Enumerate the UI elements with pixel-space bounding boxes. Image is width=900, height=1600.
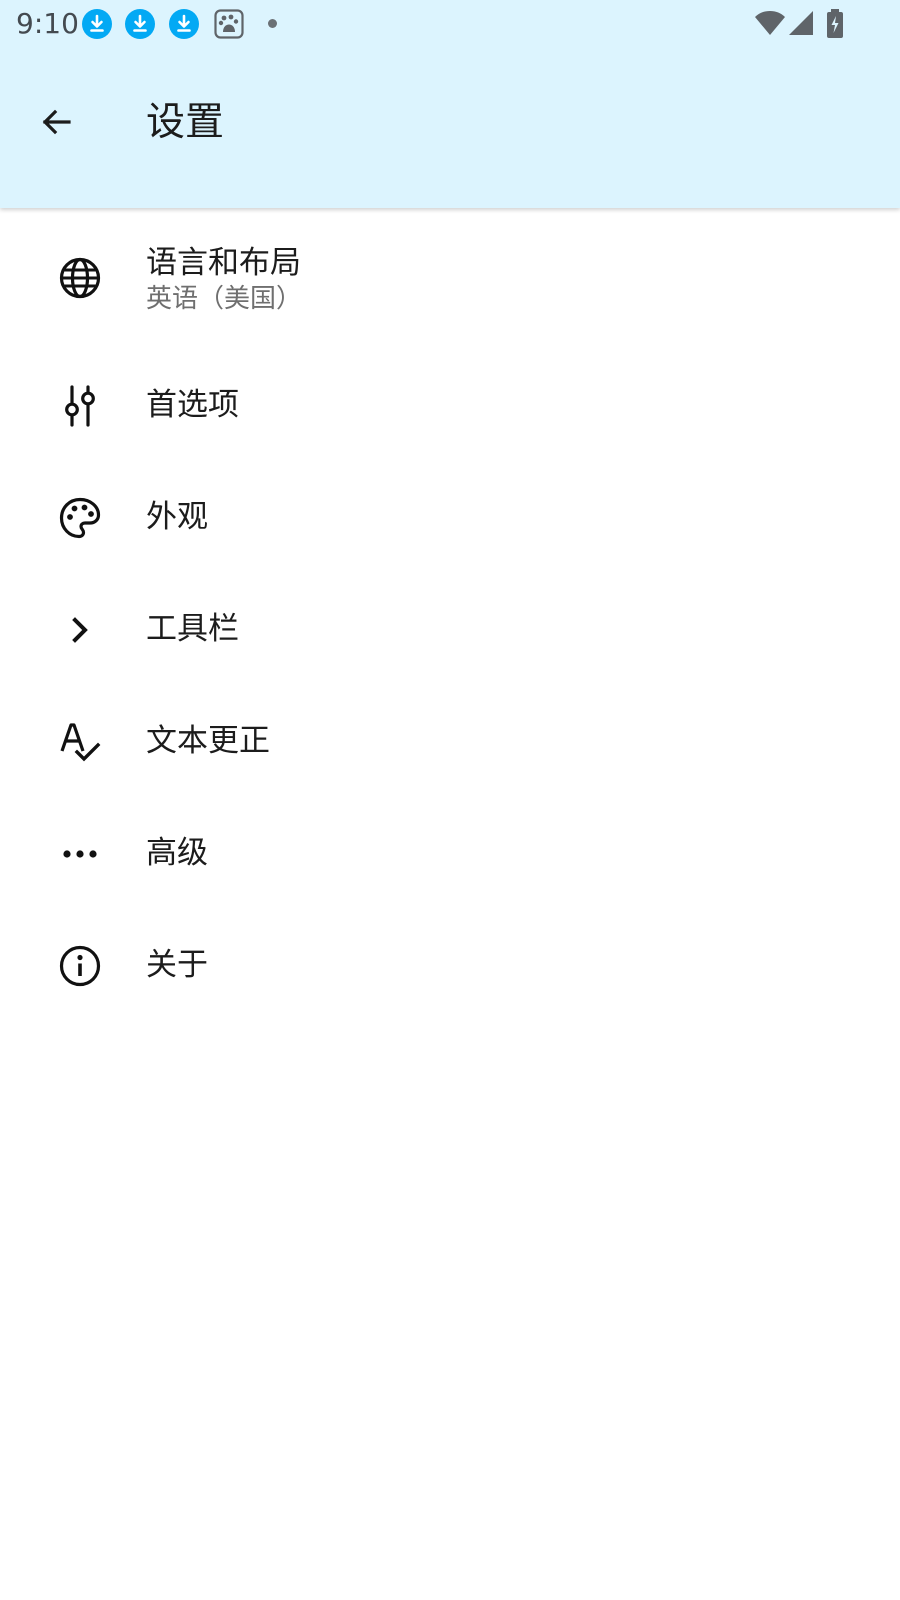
settings-item-title: 关于 <box>146 947 208 983</box>
settings-item-title: 语言和布局 <box>146 245 301 281</box>
settings-screen: 9:10 设置 语言和布局 英语（美国） 首选项 外观 工具栏 文本更正 高级 … <box>0 0 900 1600</box>
info-icon <box>59 945 101 987</box>
arrow-back-icon <box>42 109 71 135</box>
settings-item-preferences[interactable]: 首选项 <box>0 350 900 462</box>
settings-item-languages-layouts[interactable]: 语言和布局 英语（美国） <box>0 208 900 350</box>
download-icon <box>82 9 112 39</box>
wifi-icon <box>755 11 785 35</box>
status-time: 9:10 <box>16 7 79 40</box>
more-notifications-dot <box>268 19 277 28</box>
chevron-right-icon <box>72 617 88 643</box>
app-bar: 设置 <box>0 48 900 208</box>
download-icon <box>169 9 199 39</box>
settings-item-toolbar[interactable]: 工具栏 <box>0 574 900 686</box>
settings-item-summary: 英语（美国） <box>146 284 303 314</box>
globe-icon <box>59 257 101 299</box>
settings-item-text-correction[interactable]: 文本更正 <box>0 686 900 798</box>
settings-item-title: 高级 <box>146 835 208 871</box>
sliders-icon <box>65 385 95 427</box>
more-horiz-icon <box>63 850 97 858</box>
palette-icon <box>59 497 101 539</box>
settings-item-title: 首选项 <box>146 387 239 423</box>
settings-item-title: 文本更正 <box>146 723 270 759</box>
status-bar: 9:10 <box>0 0 900 48</box>
settings-item-about[interactable]: 关于 <box>0 910 900 1022</box>
page-title: 设置 <box>146 100 225 145</box>
settings-item-appearance[interactable]: 外观 <box>0 462 900 574</box>
settings-item-title: 外观 <box>146 499 208 535</box>
baidu-paw-icon <box>214 9 244 39</box>
settings-item-title: 工具栏 <box>146 611 239 647</box>
settings-item-advanced[interactable]: 高级 <box>0 798 900 910</box>
top-app-area: 9:10 设置 <box>0 0 900 208</box>
back-button[interactable] <box>28 94 84 150</box>
spellcheck-icon <box>60 723 101 762</box>
download-icon <box>125 9 155 39</box>
cell-signal-icon <box>789 11 813 35</box>
battery-charging-icon <box>827 9 843 38</box>
settings-list: 语言和布局 英语（美国） 首选项 外观 工具栏 文本更正 高级 关于 <box>0 208 900 1022</box>
